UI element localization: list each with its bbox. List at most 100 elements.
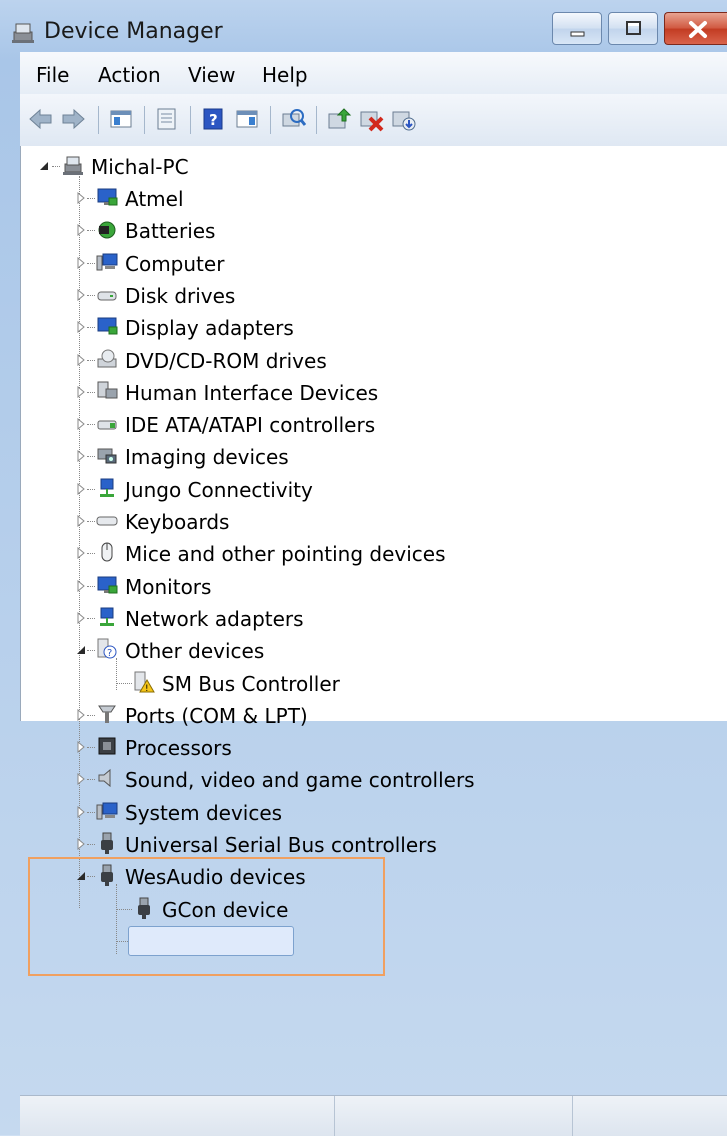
tree-item-label: Disk drives [125, 283, 236, 308]
device-tree[interactable]: Michal-PC Atmel Batteries Computer Disk dri… [20, 146, 727, 954]
forward-icon[interactable] [60, 106, 86, 132]
collapse-arrow-icon[interactable] [75, 644, 87, 656]
svg-text:?: ? [107, 648, 112, 659]
expand-arrow-icon[interactable] [75, 515, 87, 527]
expand-arrow-icon[interactable] [75, 288, 87, 301]
tree-item-label: Mice and other pointing devices [125, 542, 446, 567]
tree-item-label: Batteries [125, 219, 216, 244]
close-button[interactable] [664, 12, 727, 45]
expand-arrow-icon[interactable] [75, 321, 87, 334]
tree-category-row[interactable]: Processors [21, 733, 721, 761]
tree-root-label: Michal-PC [91, 155, 189, 179]
minimize-button[interactable] [552, 12, 602, 45]
expand-arrow-icon[interactable] [75, 450, 87, 463]
update-driver-icon[interactable] [326, 106, 352, 132]
back-icon[interactable] [28, 106, 54, 132]
disable-device-icon[interactable] [358, 106, 384, 132]
menu-action[interactable]: Action [98, 63, 161, 87]
menu-view[interactable]: View [188, 63, 235, 87]
tree-category-row[interactable]: Keyboards [21, 507, 721, 535]
scan-hardware-icon[interactable] [280, 106, 306, 132]
computer-icon [96, 802, 118, 820]
maximize-button[interactable] [608, 12, 658, 45]
expand-arrow-icon[interactable] [75, 805, 87, 818]
tree-category-row[interactable]: IDE ATA/ATAPI controllers [21, 410, 721, 438]
usb-icon [101, 832, 113, 854]
tree-category-row[interactable]: DVD/CD-ROM drives [21, 346, 721, 374]
tree-category-row[interactable]: Disk drives [21, 281, 721, 309]
tree-root[interactable]: Michal-PC [21, 152, 721, 180]
tree-item-label: Universal Serial Bus controllers [125, 833, 437, 857]
uninstall-device-icon[interactable] [390, 106, 416, 132]
tree-category-row[interactable]: Monitors [21, 572, 721, 600]
title-bar[interactable]: Device Manager [0, 0, 727, 52]
maximize-icon [626, 21, 641, 35]
tree-item-label: Imaging devices [125, 445, 289, 470]
port-icon [98, 705, 116, 723]
status-cell-1 [20, 1096, 335, 1136]
expand-arrow-icon[interactable] [75, 838, 87, 850]
toolbar: ? [20, 94, 727, 147]
device-manager-app-icon [12, 23, 34, 43]
tree-device-row[interactable]: ! SM Bus Controller [21, 669, 721, 697]
status-bar [20, 1095, 727, 1136]
tree-category-row[interactable]: Ports (COM & LPT) [21, 701, 721, 729]
annotation-highlight-box [28, 857, 385, 976]
cpu-icon [98, 737, 116, 755]
tree-category-row[interactable]: Mice and other pointing devices [21, 539, 721, 567]
menu-bar: File Action View Help [20, 52, 727, 94]
tree-item-label: Display adapters [125, 316, 294, 341]
tree-item-label: Ports (COM & LPT) [125, 703, 308, 728]
mouse-icon [101, 542, 113, 562]
tree-category-row[interactable]: System devices [21, 798, 721, 826]
expand-arrow-icon[interactable] [75, 385, 87, 398]
menu-help[interactable]: Help [262, 63, 308, 87]
tree-category-row[interactable]: Jungo Connectivity [21, 475, 721, 503]
show-hide-console-tree-icon[interactable] [108, 106, 134, 132]
network-icon [100, 478, 114, 497]
expand-arrow-icon[interactable] [75, 741, 87, 754]
expand-arrow-icon[interactable] [75, 418, 87, 431]
expand-arrow-icon[interactable] [75, 192, 87, 204]
action-pane-icon[interactable] [234, 106, 260, 132]
tree-category-row[interactable]: Universal Serial Bus controllers [21, 830, 721, 858]
window-title: Device Manager [44, 19, 223, 44]
tree-item-label: Computer [125, 251, 225, 276]
help-icon[interactable]: ? [200, 106, 226, 132]
expand-arrow-icon[interactable] [75, 224, 87, 237]
expand-arrow-icon[interactable] [75, 579, 87, 592]
tree-category-row[interactable]: Display adapters [21, 313, 721, 341]
tree-item-label: System devices [125, 800, 283, 825]
expand-arrow-icon[interactable] [75, 708, 87, 721]
hid-icon [97, 381, 118, 399]
menu-file[interactable]: File [36, 63, 69, 87]
collapse-arrow-icon[interactable] [38, 160, 50, 172]
tree-category-row[interactable]: Batteries [21, 216, 721, 244]
expand-arrow-icon[interactable] [75, 547, 87, 560]
expand-arrow-icon[interactable] [75, 256, 87, 269]
tree-item-label: DVD/CD-ROM drives [125, 348, 327, 373]
sound-icon [98, 769, 111, 788]
svg-text:!: ! [145, 684, 149, 694]
expand-arrow-icon[interactable] [75, 611, 87, 624]
properties-icon[interactable] [154, 106, 180, 132]
tree-item-label: Atmel [125, 187, 184, 211]
tree-item-label: SM Bus Controller [162, 671, 340, 696]
computer-icon [63, 156, 83, 175]
tree-category-row[interactable]: Computer [21, 249, 721, 277]
tree-category-row[interactable]: Human Interface Devices [21, 378, 721, 406]
tree-item-label: Network adapters [125, 606, 304, 631]
minimize-icon [570, 31, 585, 37]
warning-icon: ! [134, 671, 155, 694]
expand-arrow-icon[interactable] [75, 482, 87, 495]
tree-category-row[interactable]: Network adapters [21, 604, 721, 632]
tree-item-label: IDE ATA/ATAPI controllers [125, 413, 376, 438]
expand-arrow-icon[interactable] [75, 353, 87, 366]
tree-category-row[interactable]: Atmel [21, 184, 721, 212]
tree-item-label: Sound, video and game controllers [125, 768, 475, 793]
tree-category-row[interactable]: Sound, video and game controllers [21, 765, 721, 793]
tree-item-label: Human Interface Devices [125, 380, 379, 405]
tree-category-row[interactable]: ? Other devices [21, 636, 721, 664]
tree-category-row[interactable]: Imaging devices [21, 442, 721, 470]
expand-arrow-icon[interactable] [75, 773, 87, 786]
